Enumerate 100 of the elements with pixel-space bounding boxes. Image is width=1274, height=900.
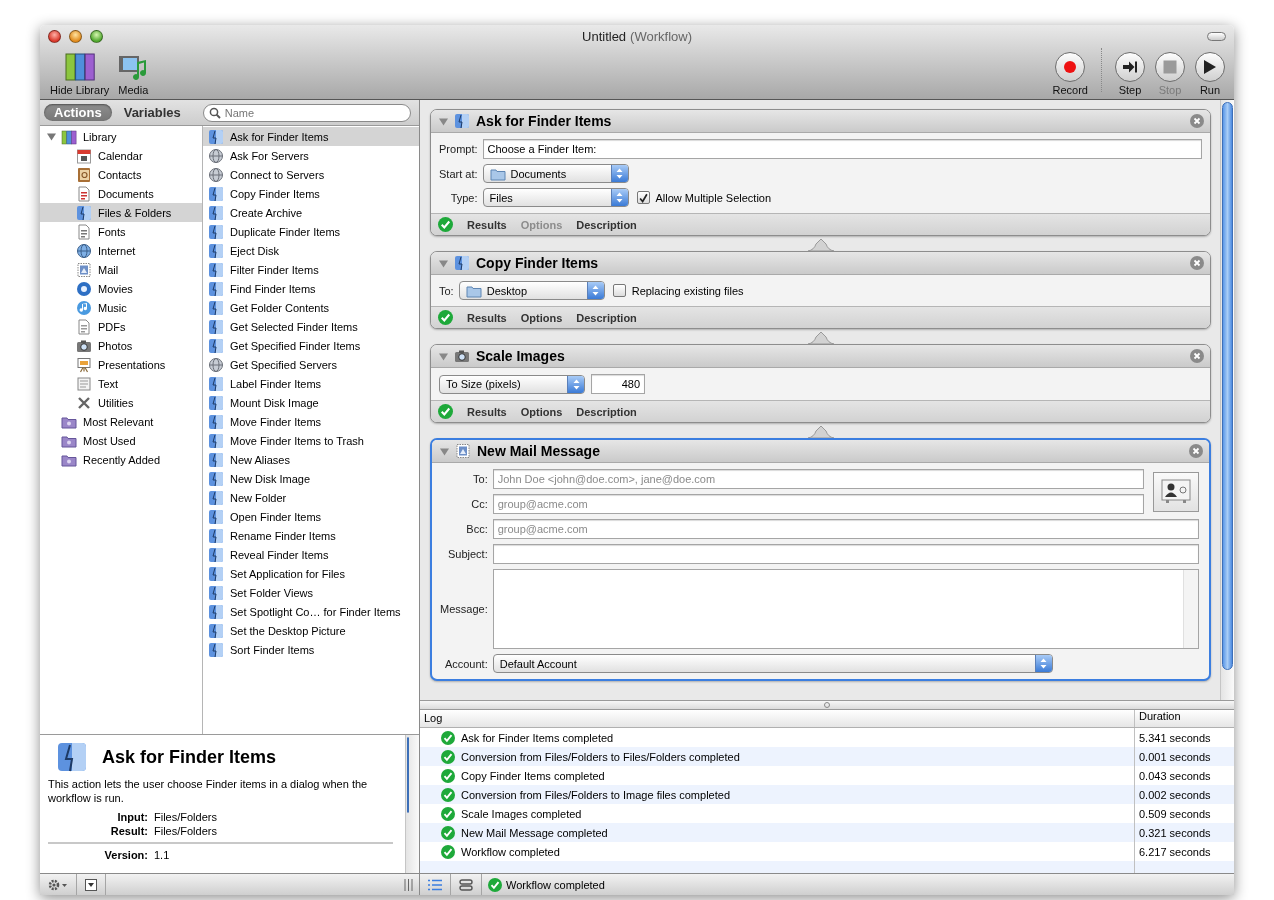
category-item[interactable]: Internet	[40, 241, 202, 260]
category-item[interactable]: Contacts	[40, 165, 202, 184]
category-item[interactable]: Mail	[40, 260, 202, 279]
scroll-thumb[interactable]	[407, 737, 409, 813]
disclosure-triangle-icon[interactable]	[439, 351, 448, 361]
action-item[interactable]: Sort Finder Items	[203, 640, 419, 659]
action-item[interactable]: Copy Finder Items	[203, 184, 419, 203]
number-field[interactable]: 480	[591, 374, 645, 394]
address-book-button[interactable]	[1153, 471, 1199, 512]
library-tab[interactable]: Variables	[113, 104, 191, 121]
footer-tab[interactable]: Results	[467, 311, 507, 324]
scrollbar[interactable]	[405, 735, 419, 873]
action-item[interactable]: Rename Finder Items	[203, 526, 419, 545]
category-item[interactable]: Most Relevant	[40, 412, 202, 431]
category-item[interactable]: Text	[40, 374, 202, 393]
disclosure-triangle-icon[interactable]	[439, 258, 448, 268]
category-item[interactable]: Most Used	[40, 431, 202, 450]
footer-tab[interactable]: Results	[467, 218, 507, 231]
action-item[interactable]: Ask for Finder Items	[203, 127, 419, 146]
popup-button[interactable]: To Size (pixels)	[439, 374, 585, 394]
library-tab[interactable]: Actions	[44, 104, 112, 121]
minimize-button[interactable]	[69, 29, 82, 43]
action-card[interactable]: Copy Finder Items To: Desktop Replacing existing files Results Options Description	[430, 251, 1211, 329]
category-item[interactable]: Recently Added	[40, 450, 202, 469]
action-item[interactable]: Set the Desktop Picture	[203, 621, 419, 640]
column-header[interactable]: Log	[420, 710, 1134, 727]
action-item[interactable]: Ask For Servers	[203, 146, 419, 165]
action-item[interactable]: Label Finder Items	[203, 374, 419, 393]
action-item[interactable]: New Folder	[203, 488, 419, 507]
popup-button[interactable]: Documents	[482, 164, 629, 183]
search-field[interactable]: Name	[202, 103, 411, 122]
category-item[interactable]: Utilities	[40, 393, 202, 412]
category-item[interactable]: Calendar	[40, 146, 202, 165]
action-item[interactable]: New Disk Image	[203, 469, 419, 488]
disclosure-triangle-icon[interactable]	[440, 446, 449, 456]
action-item[interactable]: Get Folder Contents	[203, 298, 419, 317]
category-item[interactable]: Fonts	[40, 222, 202, 241]
action-item[interactable]: Get Specified Servers	[203, 355, 419, 374]
action-item[interactable]: Connect to Servers	[203, 165, 419, 184]
footer-tab[interactable]: Options	[520, 311, 563, 324]
action-item[interactable]: Create Archive	[203, 203, 419, 222]
close-button[interactable]	[48, 29, 61, 43]
scroll-thumb[interactable]	[1222, 102, 1233, 670]
action-item[interactable]: Filter Finder Items	[203, 260, 419, 279]
action-item[interactable]: Move Finder Items to Trash	[203, 431, 419, 450]
category-item[interactable]: Movies	[40, 279, 202, 298]
text-field[interactable]	[492, 544, 1199, 564]
action-item[interactable]: Open Finder Items	[203, 507, 419, 526]
action-card[interactable]: New Mail Message To: John Doe <john@doe.com>, jane@doe.com Cc: group@acme.com Bcc: group@acme.com Subject: Message: Account: Default Account	[430, 438, 1211, 681]
music-icon	[76, 299, 92, 316]
action-item[interactable]: Reveal Finder Items	[203, 545, 419, 564]
column-header[interactable]: Duration	[1134, 710, 1234, 727]
toolbar-button[interactable]: Media	[113, 50, 154, 96]
footer-tab[interactable]: Results	[467, 405, 507, 418]
checkbox[interactable]	[636, 191, 650, 204]
footer-tab[interactable]: Options	[520, 405, 563, 418]
footer-tab[interactable]: Description	[576, 218, 637, 231]
popup-button[interactable]: Default Account	[492, 654, 1053, 673]
close-button[interactable]	[1190, 114, 1204, 128]
toolbar-toggle-button[interactable]	[1207, 31, 1226, 41]
toolbar-button[interactable]: Hide Library	[46, 50, 114, 96]
category-item[interactable]: PDFs	[40, 317, 202, 336]
footer-tab[interactable]: Description	[576, 405, 637, 418]
scrollbar[interactable]	[1220, 100, 1234, 700]
text-field[interactable]: Choose a Finder Item:	[482, 139, 1202, 159]
category-item[interactable]: Files & Folders	[40, 203, 202, 222]
category-item[interactable]: Photos	[40, 336, 202, 355]
action-item[interactable]: Move Finder Items	[203, 412, 419, 431]
message-field[interactable]	[492, 569, 1199, 649]
zoom-button[interactable]	[90, 29, 103, 43]
close-button[interactable]	[1190, 349, 1204, 363]
action-item[interactable]: Set Spotlight Co… for Finder Items	[203, 602, 419, 621]
category-item[interactable]: Documents	[40, 184, 202, 203]
action-item[interactable]: Get Specified Finder Items	[203, 336, 419, 355]
close-button[interactable]	[1190, 256, 1204, 270]
resize-grip-icon[interactable]	[404, 878, 413, 891]
text-field[interactable]: John Doe <john@doe.com>, jane@doe.com	[492, 469, 1144, 489]
action-item[interactable]: Get Selected Finder Items	[203, 317, 419, 336]
text-field[interactable]: group@acme.com	[492, 494, 1144, 514]
text-field[interactable]: group@acme.com	[492, 519, 1199, 539]
action-item[interactable]: Mount Disk Image	[203, 393, 419, 412]
stop-icon	[1163, 60, 1177, 74]
action-item[interactable]: Duplicate Finder Items	[203, 222, 419, 241]
record-button[interactable]: Record	[1047, 52, 1093, 96]
action-item[interactable]: Eject Disk	[203, 241, 419, 260]
category-item[interactable]: Presentations	[40, 355, 202, 374]
action-card[interactable]: Scale Images To Size (pixels) 480 Results Options Description	[430, 344, 1211, 423]
popup-button[interactable]: Files	[482, 188, 629, 207]
action-item[interactable]: Find Finder Items	[203, 279, 419, 298]
close-button[interactable]	[1189, 444, 1203, 458]
footer-tab[interactable]: Description	[576, 311, 637, 324]
action-item[interactable]: Set Application for Files	[203, 564, 419, 583]
action-item[interactable]: Set Folder Views	[203, 583, 419, 602]
action-item[interactable]: New Aliases	[203, 450, 419, 469]
checkbox[interactable]	[612, 284, 626, 297]
popup-button[interactable]: Desktop	[458, 281, 605, 300]
disclosure-triangle-icon[interactable]	[47, 132, 56, 141]
disclosure-triangle-icon[interactable]	[439, 116, 448, 126]
category-item[interactable]: Library	[40, 127, 202, 146]
category-item[interactable]: Music	[40, 298, 202, 317]
